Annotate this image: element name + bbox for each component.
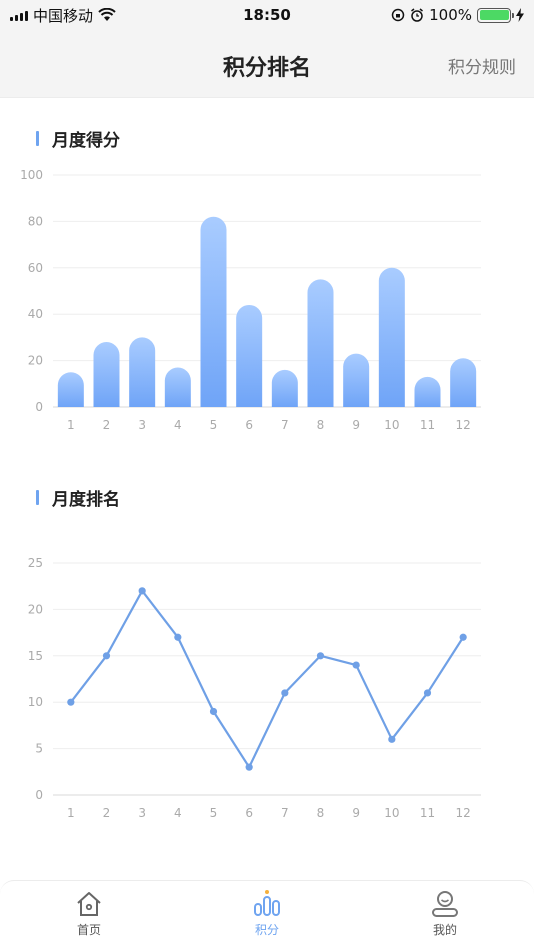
status-right: 100%: [391, 6, 524, 24]
line-chart-x-tick-label: 4: [174, 806, 182, 820]
battery-icon: [477, 7, 514, 23]
carrier-name: 中国移动: [33, 6, 94, 25]
bar-chart-x-tick-label: 8: [317, 418, 325, 432]
alarm-icon: [411, 8, 424, 22]
monthly-score-header: 月度得分: [36, 126, 120, 151]
rank-line: [69, 589, 465, 769]
monthly-rank-title: 月度排名: [52, 490, 120, 510]
bar-month-10: [378, 267, 405, 407]
points-chart-icon: [254, 890, 280, 916]
rank-point-month-9: [352, 661, 360, 669]
rank-point-month-6: [245, 763, 253, 771]
rank-point-month-12: [459, 633, 467, 641]
rank-point-month-11: [423, 689, 432, 697]
rank-point-month-8: [316, 652, 325, 660]
line-chart-x-tick-label: 7: [281, 806, 289, 820]
line-chart-y-tick-label: 20: [28, 602, 43, 616]
line-chart-y-tick-label: 0: [35, 788, 43, 802]
bar-month-1: [57, 372, 84, 407]
bar-chart-x-tick-label: 1: [67, 418, 75, 432]
rank-point-month-5: [209, 707, 218, 716]
status-bar: 中国移动 18:50 100%: [0, 0, 534, 30]
line-chart-x-tick-label: 5: [210, 806, 218, 820]
line-chart-x-tick-label: 11: [420, 806, 435, 820]
battery-percent: 100%: [429, 6, 472, 24]
bar-chart-x-tick-label: 4: [174, 418, 182, 432]
tab-profile-label: 我的: [432, 923, 457, 937]
line-chart-x-tick-label: 10: [384, 806, 399, 820]
rank-point-month-3: [138, 587, 146, 595]
rank-point-month-10: [388, 735, 396, 743]
tab-bar: 首页 积分 我的: [0, 880, 534, 950]
tab-points[interactable]: 积分: [178, 881, 356, 950]
bar-month-8: [307, 279, 334, 407]
monthly-score-title: 月度得分: [52, 131, 120, 151]
line-chart-x-tick-label: 8: [317, 806, 325, 820]
tab-home-label: 首页: [76, 923, 101, 937]
rank-point-month-2: [102, 652, 111, 660]
points-rules-link[interactable]: 积分规则: [448, 53, 516, 78]
bar-month-11: [414, 376, 441, 407]
line-chart-x-tick-label: 1: [67, 806, 75, 820]
bar-chart-x-tick-label: 2: [103, 418, 111, 432]
line-chart-y-tick-label: 5: [35, 742, 43, 756]
status-left: 中国移动: [10, 5, 116, 26]
section-accent-bar: [36, 490, 39, 505]
rank-point-month-4: [174, 633, 182, 641]
bar-month-5: [200, 216, 227, 407]
bar-chart-svg: 0204060801001 2 3 4 5 6 7 8 9 10 11 12: [20, 168, 481, 432]
monthly-rank-chart: 0 5 10 15 20 25 1 2 3 4 5 6 7 8 9 10 11 12: [0, 545, 534, 835]
bar-chart-x-tick-label: 10: [384, 418, 399, 432]
line-chart-y-tick-label: 15: [28, 649, 43, 663]
bar-month-12: [450, 358, 477, 407]
bar-chart-y-tick-label: 60: [28, 261, 43, 275]
line-chart-x-tick-label: 9: [352, 806, 360, 820]
bar-month-4: [164, 367, 191, 407]
bar-month-3: [129, 337, 156, 407]
monthly-score-chart: 0 20 40 60 80 100 1 2 3 4 5 6 7 8 9 10 11 12: [0, 160, 534, 450]
wifi-icon: [98, 8, 116, 21]
line-chart-y-tick-label: 25: [28, 556, 43, 570]
bar-chart-y-tick-label: 100: [20, 168, 43, 182]
bar-chart-x-tick-label: 12: [456, 418, 471, 432]
line-chart-x-tick-label: 6: [245, 806, 253, 820]
section-accent-bar: [36, 131, 39, 146]
bar-chart-y-tick-label: 80: [28, 214, 43, 228]
bar-chart-x-tick-label: 3: [138, 418, 146, 432]
bar-chart-y-tick-label: 0: [35, 400, 43, 414]
rank-point-month-1: [67, 698, 75, 706]
line-chart-y-tick-label: 10: [28, 695, 43, 709]
home-icon: [77, 892, 101, 916]
tab-profile[interactable]: 我的: [356, 881, 534, 950]
profile-icon: [432, 891, 458, 917]
bar-month-7: [271, 369, 298, 407]
bar-chart-x-tick-label: 9: [352, 418, 360, 432]
tab-home[interactable]: 首页: [0, 881, 178, 950]
rank-point-month-7: [281, 689, 289, 697]
nav-bar: 积分排名 积分规则: [0, 30, 534, 98]
bar-chart-x-tick-label: 11: [420, 418, 435, 432]
charging-icon: [516, 8, 524, 22]
tab-points-label: 积分: [254, 923, 279, 937]
battery-level-fill: [479, 10, 509, 20]
bar-chart-y-tick-label: 40: [28, 307, 43, 321]
bar-month-9: [343, 353, 370, 407]
line-chart-svg: 05101520251 2 3 4 5 6 7 8 9 10 11 12: [28, 556, 481, 820]
bar-chart-x-tick-label: 6: [245, 418, 253, 432]
orientation-lock-icon: [391, 8, 405, 22]
bar-month-6: [236, 304, 263, 407]
monthly-rank-header: 月度排名: [36, 485, 120, 510]
bar-month-2: [93, 342, 120, 407]
line-chart-x-tick-label: 2: [103, 806, 111, 820]
signal-icon: [10, 9, 28, 21]
line-chart-x-tick-label: 3: [138, 806, 146, 820]
bar-chart-y-tick-label: 20: [28, 354, 43, 368]
bar-chart-x-tick-label: 7: [281, 418, 289, 432]
bar-chart-x-tick-label: 5: [210, 418, 218, 432]
line-chart-x-tick-label: 12: [456, 806, 471, 820]
